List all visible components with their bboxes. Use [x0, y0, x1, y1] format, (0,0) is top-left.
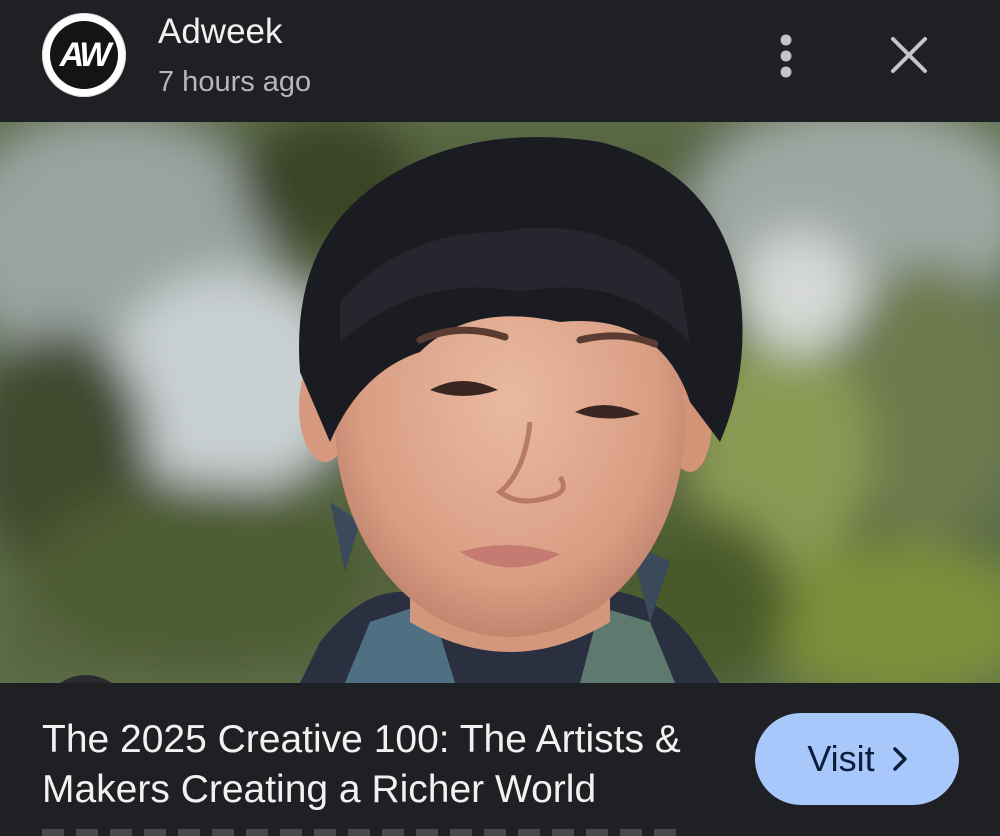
- close-icon: [891, 37, 927, 73]
- source-logo[interactable]: AW: [42, 13, 126, 97]
- source-name[interactable]: Adweek: [158, 12, 283, 52]
- truncated-text-line: [42, 829, 682, 836]
- adweek-logo-icon: AW: [50, 21, 118, 89]
- source-header: AW Adweek 7 hours ago: [0, 0, 1000, 122]
- chevron-right-icon: [892, 747, 907, 771]
- article-image[interactable]: [0, 122, 1000, 683]
- more-vert-icon: [780, 34, 792, 78]
- more-options-button[interactable]: [762, 28, 810, 84]
- visit-label: Visit: [807, 738, 875, 779]
- timestamp: 7 hours ago: [158, 66, 312, 98]
- article-footer: The 2025 Creative 100: The Artists & Mak…: [0, 683, 1000, 836]
- article-headline[interactable]: The 2025 Creative 100: The Artists & Mak…: [42, 715, 732, 815]
- portrait-photo: [0, 122, 1000, 683]
- logo-text: AW: [59, 35, 112, 74]
- close-button[interactable]: [880, 26, 938, 84]
- image-preview-panel: AW Adweek 7 hours ago The 2025 Creative …: [0, 0, 1000, 836]
- visit-button[interactable]: Visit: [755, 713, 959, 805]
